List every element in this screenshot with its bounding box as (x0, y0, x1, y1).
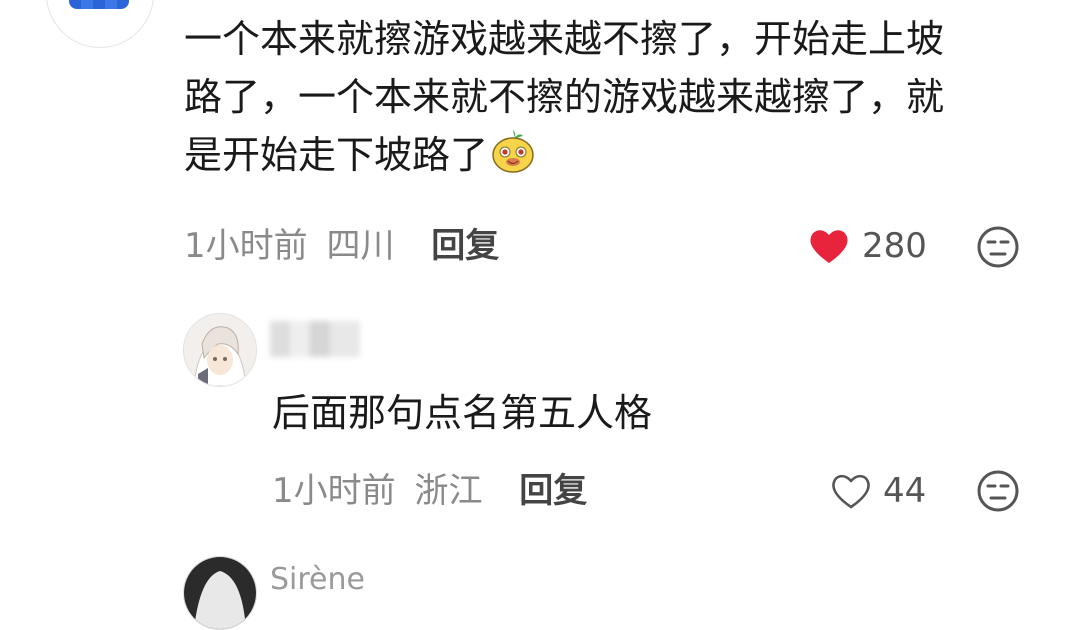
reply-location: 浙江 (414, 471, 483, 511)
reply-meta: 1小时前 浙江 回复 (272, 471, 587, 511)
comment-time: 1小时前 (184, 226, 308, 266)
comment-line-3: 是开始走下坡路了 (184, 133, 489, 177)
comment-like-count: 280 (862, 226, 927, 266)
comment-meta: 1小时前 四川 回复 (184, 226, 499, 266)
next-commenter-avatar[interactable] (183, 556, 257, 630)
comment-location: 四川 (326, 226, 395, 266)
comment-reply-button[interactable]: 回复 (431, 226, 499, 266)
next-commenter-username[interactable]: Sirène (270, 562, 365, 597)
reply-like-count: 44 (883, 471, 927, 511)
heart-outline-icon[interactable] (830, 471, 872, 511)
avatar-graphic (69, 0, 129, 9)
reply-text: 后面那句点名第五人格 (272, 391, 653, 435)
heart-filled-icon[interactable] (808, 226, 850, 266)
reply-reply-button[interactable]: 回复 (519, 471, 587, 511)
reply-time: 1小时前 (272, 471, 396, 511)
comment-line-2: 路了，一个本来就不擦的游戏越来越擦了，就 (184, 75, 945, 119)
commenter-avatar[interactable] (46, 0, 154, 48)
dislike-face-icon[interactable] (976, 469, 1020, 513)
dislike-face-icon[interactable] (976, 225, 1020, 269)
comment-text: 一个本来就擦游戏越来越不擦了，开始走上坡 路了，一个本来就不擦的游戏越来越擦了，… (184, 10, 1034, 184)
reply-username-blurred (270, 321, 360, 357)
comment-line-1: 一个本来就擦游戏越来越不擦了，开始走上坡 (184, 17, 945, 61)
smirk-sticker-icon (490, 128, 536, 174)
reply-avatar[interactable] (183, 313, 257, 387)
